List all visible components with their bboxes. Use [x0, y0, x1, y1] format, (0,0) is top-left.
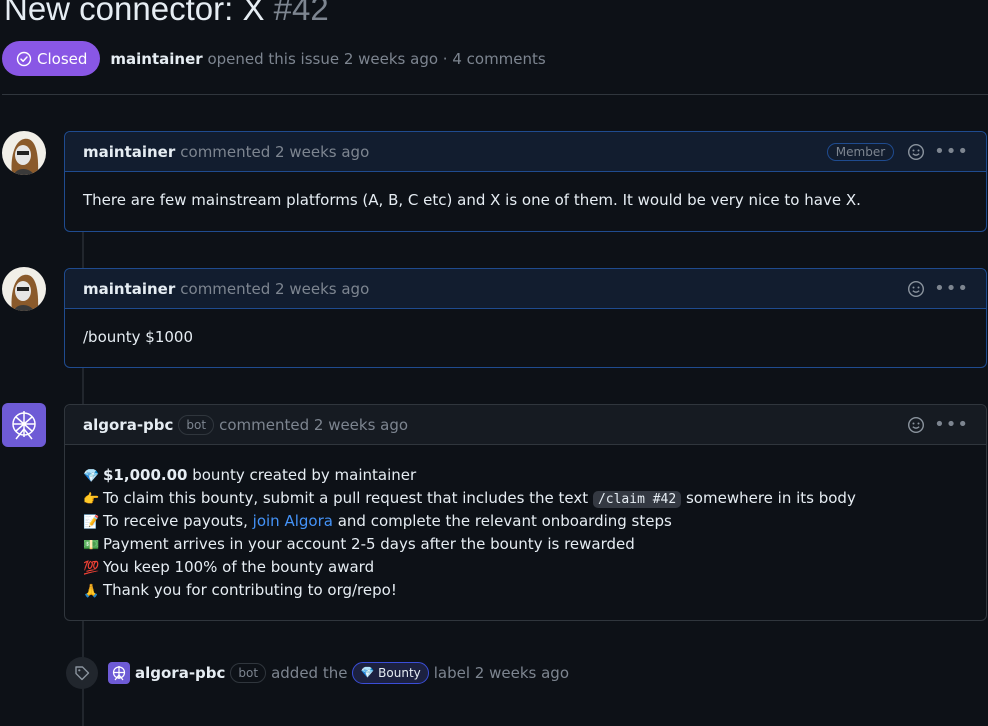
bounty-line-payment: 💵 Payment arrives in your account 2-5 day… [83, 533, 968, 556]
comment-body: There are few mainstream platforms (A, B… [65, 172, 986, 209]
comment-timestamp[interactable]: commented 2 weeks ago [180, 143, 369, 161]
algora-avatar[interactable] [108, 662, 130, 684]
kebab-icon[interactable]: ••• [934, 142, 969, 161]
comment-header: algora-pbc bot commented 2 weeks ago ••• [65, 405, 986, 445]
comment-timestamp[interactable]: commented 2 weeks ago [180, 280, 369, 298]
keep-text: You keep 100% of the bounty award [103, 558, 375, 576]
claim-text-pre: To claim this bounty, submit a pull requ… [103, 489, 593, 507]
gem-icon: 💎 [360, 666, 375, 679]
bounty-line-keep: 💯 You keep 100% of the bounty award [83, 556, 968, 579]
issue-meta-text: maintainer opened this issue 2 weeks ago… [110, 50, 545, 68]
issue-title: New connector: X #42 [4, 0, 329, 28]
comment-body: /bounty $1000 [65, 309, 986, 346]
comment-1: maintainer commented 2 weeks ago Member … [64, 131, 987, 232]
comment-2: maintainer commented 2 weeks ago ••• /bo… [64, 268, 987, 368]
maintainer-avatar[interactable] [2, 131, 46, 175]
kebab-icon[interactable]: ••• [934, 415, 969, 434]
payouts-text-post: and complete the relevant onboarding ste… [332, 512, 672, 530]
event-text-pre: added the [271, 664, 348, 682]
event-text-post[interactable]: label 2 weeks ago [434, 664, 569, 682]
comment-header: maintainer commented 2 weeks ago ••• [65, 269, 986, 309]
comment-body: 💎 $1,000.00 bounty created by maintainer … [65, 445, 986, 602]
member-badge: Member [826, 142, 895, 161]
issue-number: #42 [273, 0, 329, 27]
smiley-icon[interactable] [906, 142, 926, 162]
bot-tag: bot [178, 414, 215, 435]
kebab-icon[interactable]: ••• [934, 279, 969, 298]
bounty-list: 💎 $1,000.00 bounty created by maintainer … [83, 464, 968, 602]
check-circle-icon [16, 51, 32, 67]
issue-meta: Closed maintainer opened this issue 2 we… [2, 41, 546, 76]
bounty-line-claim: 👉 To claim this bounty, submit a pull req… [83, 487, 968, 510]
label-event: algora-pbc bot added the 💎 Bounty label 2… [66, 656, 569, 690]
smiley-icon[interactable] [906, 279, 926, 299]
claim-code: /claim #42 [592, 491, 682, 508]
issue-opener-link[interactable]: maintainer [110, 50, 202, 68]
payouts-text-pre: To receive payouts, [103, 512, 253, 530]
algora-avatar[interactable] [2, 403, 46, 447]
bounty-label-text: Bounty [378, 666, 421, 680]
smiley-icon[interactable] [906, 415, 926, 435]
issue-title-text: New connector: X [4, 0, 265, 27]
bounty-line-thanks: 🙏 Thank you for contributing to org/repo! [83, 579, 968, 602]
pointing-hand-icon: 👉 [83, 492, 100, 507]
payment-text: Payment arrives in your account 2-5 days… [103, 535, 635, 553]
bounty-line-amount: 💎 $1,000.00 bounty created by maintainer [83, 464, 968, 487]
issue-meta-detail: opened this issue 2 weeks ago · 4 commen… [207, 49, 546, 68]
gem-icon: 💎 [83, 469, 100, 484]
claim-text-post: somewhere in its body [681, 489, 856, 507]
money-icon: 💵 [83, 538, 100, 553]
event-author[interactable]: algora-pbc [135, 664, 225, 682]
bounty-amount: $1,000.00 [103, 466, 188, 484]
hundred-icon: 💯 [83, 561, 100, 576]
state-label: Closed [37, 49, 88, 68]
comment-author[interactable]: algora-pbc [83, 416, 173, 434]
comment-timestamp[interactable]: commented 2 weeks ago [219, 416, 408, 434]
memo-icon: 📝 [83, 515, 100, 530]
state-badge: Closed [2, 41, 101, 76]
bounty-amount-rest: bounty created by maintainer [187, 466, 417, 484]
comment-3: algora-pbc bot commented 2 weeks ago •••… [64, 404, 987, 621]
thanks-text: Thank you for contributing to org/repo! [103, 581, 397, 599]
tag-icon [66, 657, 98, 689]
comment-text: There are few mainstream platforms (A, B… [83, 191, 861, 209]
comment-author[interactable]: maintainer [83, 143, 175, 161]
comment-text: /bounty $1000 [83, 328, 194, 346]
maintainer-avatar[interactable] [2, 267, 46, 311]
join-algora-link[interactable]: join Algora [253, 512, 333, 530]
header-divider [2, 94, 988, 95]
bounty-line-payouts: 📝 To receive payouts, join Algora and com… [83, 510, 968, 533]
pray-icon: 🙏 [83, 584, 100, 599]
comment-author[interactable]: maintainer [83, 280, 175, 298]
comment-header: maintainer commented 2 weeks ago Member … [65, 132, 986, 172]
bot-tag: bot [230, 663, 267, 683]
bounty-label[interactable]: 💎 Bounty [352, 662, 429, 684]
